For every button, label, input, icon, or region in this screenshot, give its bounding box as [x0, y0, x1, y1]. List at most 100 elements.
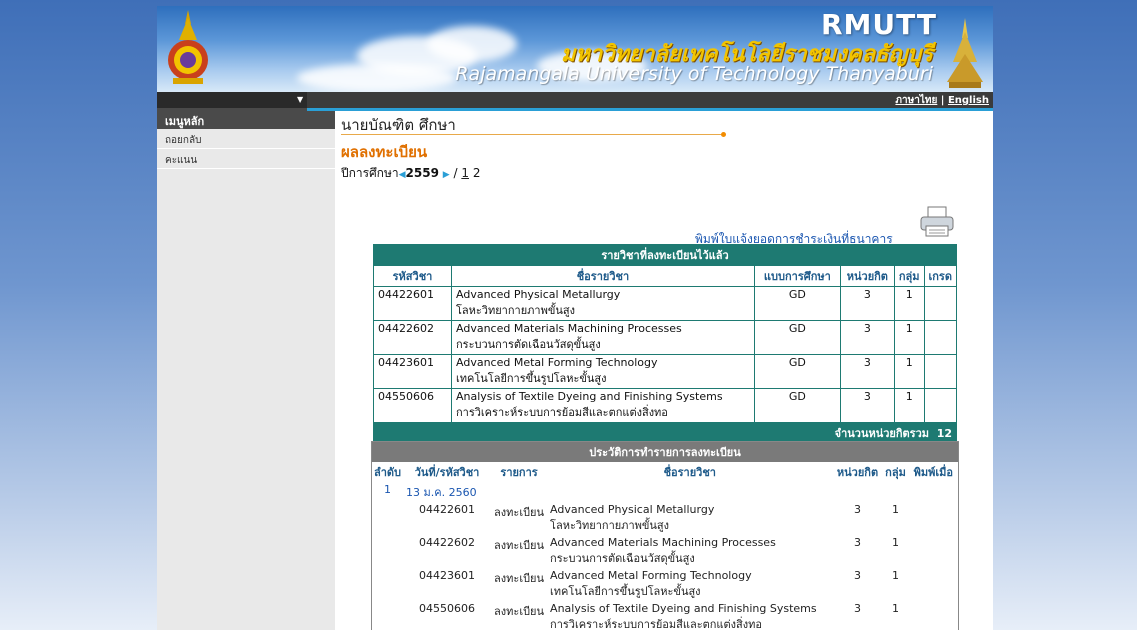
- university-banner: RMUTT มหาวิทยาลัยเทคโนโลยีราชมงคลธัญบุรี…: [157, 6, 993, 92]
- name-underline-dot: [721, 132, 726, 137]
- course-name-en: Advanced Physical Metallurgy: [456, 288, 621, 301]
- prev-year-icon[interactable]: ◀: [399, 170, 406, 180]
- course-name-th: โลหะวิทยากายภาพขั้นสูง: [456, 304, 575, 317]
- history-code: 04422601: [419, 503, 476, 516]
- term-label: ปีการศึกษา: [341, 166, 399, 180]
- history-action: ลงทะเบียน: [494, 572, 545, 585]
- course-name: Advanced Physical Metallurgy โลหะวิทยากาย…: [451, 286, 755, 321]
- history-course-name: Analysis of Textile Dyeing and Finishing…: [547, 601, 832, 630]
- term-year: 2559: [405, 166, 439, 180]
- history-course-name-th: กระบวนการตัดเฉือนวัสดุขั้นสูง: [550, 552, 695, 565]
- name-underline: [341, 134, 721, 135]
- course-name-th: เทคโนโลยีการขึ้นรูปโลหะขั้นสูง: [456, 372, 607, 385]
- history-code: 04550606: [419, 602, 476, 615]
- page-title: ผลลงทะเบียน: [341, 143, 428, 161]
- history-caption: ประวัติการทำรายการลงทะเบียน: [371, 441, 959, 462]
- course-name: Advanced Materials Machining Processes กร…: [451, 320, 755, 355]
- page-frame: RMUTT มหาวิทยาลัยเทคโนโลยีราชมงคลธัญบุรี…: [157, 6, 993, 630]
- sidebar-title: เมนูหลัก: [157, 108, 335, 129]
- col-group: กลุ่ม: [882, 462, 909, 482]
- course-credit: 3: [839, 286, 895, 321]
- menu-dropdown[interactable]: ▼: [157, 92, 307, 108]
- list-item: 04550606 ลงทะเบียน Analysis of Textile D…: [372, 601, 959, 630]
- course-code: 04550606: [373, 388, 452, 423]
- course-group: 1: [893, 320, 925, 355]
- history-course-name-th: การวิเคราะห์ระบบการย้อมสีและตกแต่งสิ่งทอ: [550, 618, 762, 630]
- next-year-icon[interactable]: ▶: [443, 170, 450, 180]
- history-seq: 1: [384, 483, 392, 496]
- col-grade: เกรด: [923, 265, 958, 287]
- history-course-name-en: Analysis of Textile Dyeing and Finishing…: [550, 602, 817, 615]
- chevron-down-icon: ▼: [297, 95, 304, 104]
- history-course-name: Advanced Materials Machining Processes กร…: [547, 535, 832, 568]
- table-row: 04550606 Analysis of Textile Dyeing and …: [373, 388, 958, 423]
- col-action: รายการ: [491, 462, 548, 482]
- course-name-en: Analysis of Textile Dyeing and Finishing…: [456, 390, 723, 403]
- history-action: ลงทะเบียน: [494, 539, 545, 552]
- table-caption: รายวิชาที่ลงทะเบียนไว้แล้ว: [373, 244, 957, 266]
- printer-icon[interactable]: [919, 206, 955, 238]
- history-course-name-en: Advanced Metal Forming Technology: [550, 569, 752, 582]
- course-name: Advanced Metal Forming Technology เทคโนโล…: [451, 354, 755, 389]
- university-name-en: Rajamangala University of Technology Tha…: [455, 63, 933, 85]
- col-code: รหัสวิชา: [373, 265, 452, 287]
- semester-link-2[interactable]: 2: [473, 166, 481, 180]
- pagoda-icon: [947, 18, 983, 88]
- history-code: 04423601: [419, 569, 476, 582]
- course-grade: [923, 286, 958, 321]
- history-credit: 3: [854, 536, 861, 549]
- sidebar-item-back[interactable]: ถอยกลับ: [157, 129, 335, 149]
- history-action: ลงทะเบียน: [494, 506, 545, 519]
- term-selector: ปีการศึกษา◀2559 ▶ / 1 2: [341, 164, 480, 183]
- course-name-en: Advanced Materials Machining Processes: [456, 322, 682, 335]
- sidebar: เมนูหลัก ถอยกลับ คะแนน: [157, 108, 335, 630]
- course-grade: [923, 320, 958, 355]
- language-switch: ภาษาไทย | English: [895, 93, 989, 108]
- table-row: 04422602 Advanced Materials Machining Pr…: [373, 320, 958, 355]
- university-crest-icon: [168, 10, 208, 84]
- course-credit: 3: [839, 388, 895, 423]
- table-row: 04422601 Advanced Physical Metallurgy โลห…: [373, 286, 958, 321]
- history-group: 1: [892, 503, 899, 516]
- lang-english-link[interactable]: English: [948, 95, 989, 106]
- col-credit: หน่วยกิต: [839, 265, 895, 287]
- history-course-name: Advanced Physical Metallurgy โลหะวิทยากาย…: [547, 502, 832, 535]
- semester-link-1[interactable]: 1: [461, 166, 469, 180]
- history-group: 1: [892, 602, 899, 615]
- history-course-name-en: Advanced Materials Machining Processes: [550, 536, 776, 549]
- course-name-th: กระบวนการตัดเฉือนวัสดุขั้นสูง: [456, 338, 601, 351]
- course-mode: GD: [753, 286, 841, 321]
- course-code: 04423601: [373, 354, 452, 389]
- col-printed: พิมพ์เมื่อ: [908, 462, 959, 482]
- history-group: 1: [892, 569, 899, 582]
- history-course-name-en: Advanced Physical Metallurgy: [550, 503, 715, 516]
- course-name-th: การวิเคราะห์ระบบการย้อมสีและตกแต่งสิ่งทอ: [456, 406, 668, 419]
- course-group: 1: [893, 286, 925, 321]
- col-course-name: ชื่อรายวิชา: [547, 462, 833, 482]
- history-date-row: 1 13 ม.ค. 2560: [372, 482, 959, 502]
- course-credit: 3: [839, 320, 895, 355]
- total-credits-value: 12: [936, 427, 952, 440]
- course-name-en: Advanced Metal Forming Technology: [456, 356, 658, 369]
- course-group: 1: [893, 388, 925, 423]
- registered-courses-table: รายวิชาที่ลงทะเบียนไว้แล้ว รหัสวิชา ชื่อ…: [373, 244, 958, 444]
- history-date: 13 ม.ค. 2560: [406, 486, 477, 499]
- lang-thai-link[interactable]: ภาษาไทย: [895, 95, 937, 106]
- course-mode: GD: [753, 354, 841, 389]
- table-row: 04423601 Advanced Metal Forming Technolo…: [373, 354, 958, 389]
- history-action: ลงทะเบียน: [494, 605, 545, 618]
- history-credit: 3: [854, 602, 861, 615]
- course-grade: [923, 388, 958, 423]
- history-course-name-th: โลหะวิทยากายภาพขั้นสูง: [550, 519, 669, 532]
- col-seq: ลำดับ: [371, 462, 404, 482]
- history-course-name: Advanced Metal Forming Technology เทคโนโล…: [547, 568, 832, 601]
- course-code: 04422601: [373, 286, 452, 321]
- col-credit: หน่วยกิต: [832, 462, 883, 482]
- col-mode: แบบการศึกษา: [753, 265, 841, 287]
- course-mode: GD: [753, 320, 841, 355]
- col-name: ชื่อรายวิชา: [451, 265, 755, 287]
- col-group: กลุ่ม: [893, 265, 925, 287]
- list-item: 04423601 ลงทะเบียน Advanced Metal Formin…: [372, 568, 959, 601]
- course-credit: 3: [839, 354, 895, 389]
- sidebar-item-grades[interactable]: คะแนน: [157, 149, 335, 169]
